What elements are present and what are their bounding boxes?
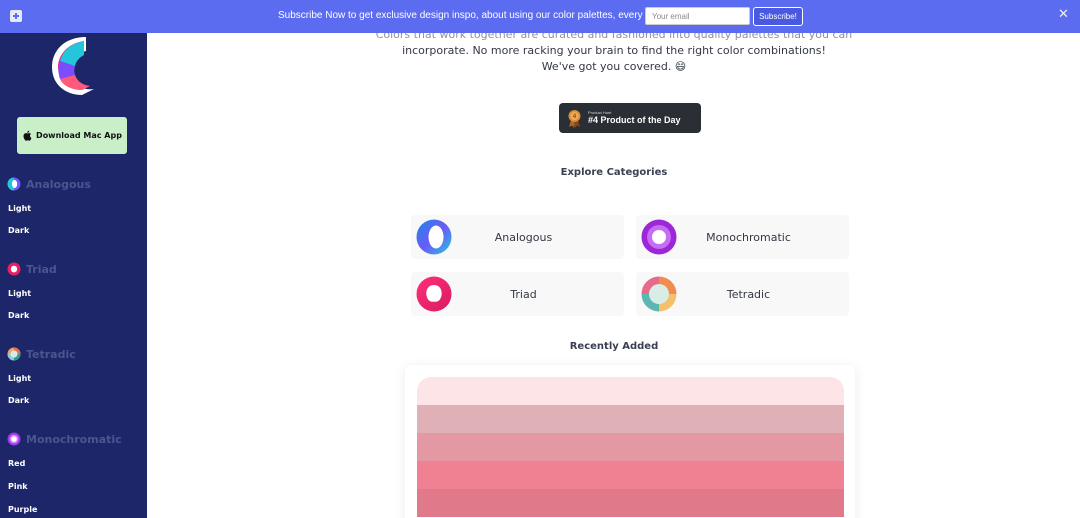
sidebar-item-triad-light[interactable]: Light [8,289,31,298]
recent-palette-card[interactable] [405,365,855,518]
tetradic-icon [641,276,677,312]
color-swatch[interactable] [417,461,844,489]
intro-line: incorporate. No more racking your brain … [402,44,826,57]
product-hunt-rank: #4 Product of the Day [588,115,681,125]
sidebar-category-tetradic[interactable]: Tetradic [7,347,76,361]
category-card-monochromatic[interactable]: Monochromatic [636,215,849,259]
sidebar-item-mono-pink[interactable]: Pink [8,482,28,491]
intro-line: Colors that work together are curated an… [375,33,853,41]
color-swatch[interactable] [417,433,844,461]
email-input[interactable] [645,7,750,25]
subscribe-banner: Subscribe Now to get exclusive design in… [0,0,1080,33]
sidebar-category-label: Analogous [26,177,91,191]
main-content: Colors that work together are curated an… [147,33,1080,518]
subscribe-button[interactable]: Subscribe! [753,7,803,26]
sidebar-category-label: Triad [26,262,57,276]
apple-icon [23,130,32,141]
download-mac-app-button[interactable]: Download Mac App [17,117,127,154]
sidebar: Download Mac App Analogous Light Dark Tr… [0,33,147,518]
triad-icon [7,262,21,276]
download-mac-app-label: Download Mac App [36,131,122,140]
product-hunt-badge[interactable]: 4 Product Hunt #4 Product of the Day [559,103,701,133]
color-swatch[interactable] [417,405,844,433]
category-card-tetradic[interactable]: Tetradic [636,272,849,316]
banner-message: Subscribe Now to get exclusive design in… [278,10,672,21]
explore-categories-title: Explore Categories [560,167,668,178]
expand-icon[interactable] [10,10,22,22]
sidebar-category-triad[interactable]: Triad [7,262,57,276]
intro-line: We've got you covered. 😄 [541,60,687,73]
sidebar-item-tetradic-light[interactable]: Light [8,374,31,383]
sidebar-item-mono-purple[interactable]: Purple [8,505,37,514]
color-swatch[interactable] [417,489,844,517]
logo-icon[interactable] [46,33,102,99]
tetradic-icon [7,347,21,361]
monochromatic-icon [641,219,677,255]
color-palette[interactable] [417,377,844,518]
sidebar-item-triad-dark[interactable]: Dark [8,311,29,320]
triad-icon [416,276,452,312]
analogous-icon [7,177,21,191]
monochromatic-icon [7,432,21,446]
close-icon[interactable]: ✕ [1058,8,1069,21]
sidebar-item-analogous-light[interactable]: Light [8,204,31,213]
recently-added-title: Recently Added [569,341,659,352]
medal-icon: 4 [568,109,581,128]
sidebar-category-analogous[interactable]: Analogous [7,177,91,191]
color-swatch[interactable] [417,377,844,405]
category-card-triad[interactable]: Triad [411,272,624,316]
sidebar-category-label: Monochromatic [26,432,122,446]
sidebar-category-label: Tetradic [26,347,76,361]
analogous-icon [416,219,452,255]
sidebar-item-tetradic-dark[interactable]: Dark [8,396,29,405]
sidebar-category-monochromatic[interactable]: Monochromatic [7,432,122,446]
sidebar-item-analogous-dark[interactable]: Dark [8,226,29,235]
category-card-analogous[interactable]: Analogous [411,215,624,259]
sidebar-item-mono-red[interactable]: Red [8,459,25,468]
intro-text: Colors that work together are curated an… [147,33,1080,75]
svg-text:4: 4 [573,113,577,120]
